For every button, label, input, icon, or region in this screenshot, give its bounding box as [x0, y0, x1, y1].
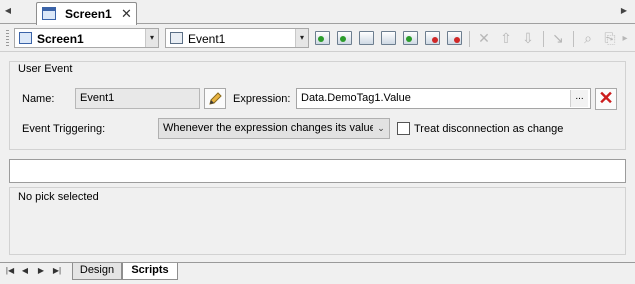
import-icon	[403, 31, 418, 45]
name-field[interactable]: Event1	[75, 88, 200, 109]
pencil-icon	[209, 92, 222, 105]
refresh-icon	[425, 31, 440, 45]
previous-page-icon[interactable]: ◀	[20, 266, 30, 275]
toolbar-grip[interactable]	[6, 30, 9, 46]
pick-panel	[9, 187, 626, 255]
replace-button[interactable]: ⎘	[601, 30, 619, 47]
event-triggering-label: Event Triggering:	[22, 123, 106, 135]
toolbar-overflow-button[interactable]: ▸	[619, 30, 631, 47]
chevron-down-icon[interactable]: ▾	[145, 29, 158, 47]
edit-name-button[interactable]	[204, 88, 226, 109]
delete-button[interactable]: ✕	[475, 30, 493, 47]
replace-icon: ⎘	[604, 30, 616, 46]
first-page-icon[interactable]: |◀	[5, 266, 15, 275]
event-icon	[170, 32, 183, 44]
last-page-icon[interactable]: ▶|	[52, 266, 62, 275]
next-page-icon[interactable]: ▶	[36, 266, 46, 275]
event-select[interactable]: Event1 ▾	[165, 28, 309, 48]
print-icon	[447, 31, 462, 45]
event-table-icon	[381, 31, 396, 45]
expression-clear-button[interactable]: ✕	[595, 88, 617, 110]
screen-icon	[19, 32, 32, 44]
chevron-right-icon: ▸	[622, 33, 628, 44]
script-input[interactable]	[9, 159, 626, 183]
print-button[interactable]	[446, 30, 464, 47]
pick-button[interactable]: ↘	[549, 30, 567, 47]
screen-select-value: Screen1	[37, 32, 84, 46]
pick-cursor-icon: ↘	[552, 30, 564, 46]
event-select-value: Event1	[188, 32, 226, 46]
expression-label: Expression:	[233, 93, 291, 105]
import-button[interactable]	[402, 30, 420, 47]
tab-screen1[interactable]: Screen1 ✕	[36, 2, 137, 25]
delete-x-icon: ✕	[598, 88, 614, 108]
toolbar-separator	[469, 31, 470, 47]
event-properties-button[interactable]	[358, 30, 376, 47]
screen-icon	[42, 7, 56, 20]
insert-event-button[interactable]	[336, 30, 354, 47]
expression-field[interactable]: Data.DemoTag1.Value	[296, 88, 591, 109]
binoculars-icon: ⌕	[584, 30, 592, 46]
expression-browse-button[interactable]: ...	[570, 90, 588, 107]
event-table-button[interactable]	[380, 30, 398, 47]
tab-scroll-right-icon[interactable]: ▶	[619, 5, 629, 17]
new-event-icon	[315, 31, 330, 45]
user-event-group-title: User Event	[18, 63, 73, 75]
pick-status: No pick selected	[18, 191, 99, 203]
event-properties-icon	[359, 31, 374, 45]
tab-scroll-left-icon[interactable]: ◀	[3, 5, 13, 17]
move-up-button[interactable]: ⇧	[497, 30, 515, 47]
name-label: Name:	[22, 93, 55, 105]
arrow-down-icon: ⇩	[522, 30, 534, 46]
event-triggering-select[interactable]: Whenever the expression changes its valu…	[158, 118, 390, 139]
event-triggering-value: Whenever the expression changes its valu…	[163, 122, 376, 134]
screen-select[interactable]: Screen1 ▾	[14, 28, 159, 48]
close-icon[interactable]: ✕	[121, 6, 132, 22]
tab-screen1-label: Screen1	[65, 7, 112, 21]
delete-icon: ✕	[478, 30, 490, 46]
new-event-button[interactable]	[314, 30, 332, 47]
move-down-button[interactable]: ⇩	[519, 30, 537, 47]
tab-scripts[interactable]: Scripts	[122, 263, 178, 280]
arrow-up-icon: ⇧	[500, 30, 512, 46]
refresh-button[interactable]	[424, 30, 442, 47]
chevron-down-icon: ⌄	[373, 119, 389, 138]
chevron-down-icon[interactable]: ▾	[295, 29, 308, 47]
find-button[interactable]: ⌕	[579, 30, 597, 47]
toolbar-separator	[543, 31, 544, 47]
treat-disconnection-checkbox[interactable]	[397, 122, 410, 135]
tab-design[interactable]: Design	[72, 263, 122, 280]
treat-disconnection-label: Treat disconnection as change	[414, 123, 564, 135]
insert-event-icon	[337, 31, 352, 45]
toolbar: Screen1 ▾ Event1 ▾ ✕ ⇧ ⇩ ↘ ⌕ ⎘ ▸	[0, 25, 635, 52]
toolbar-separator	[573, 31, 574, 47]
